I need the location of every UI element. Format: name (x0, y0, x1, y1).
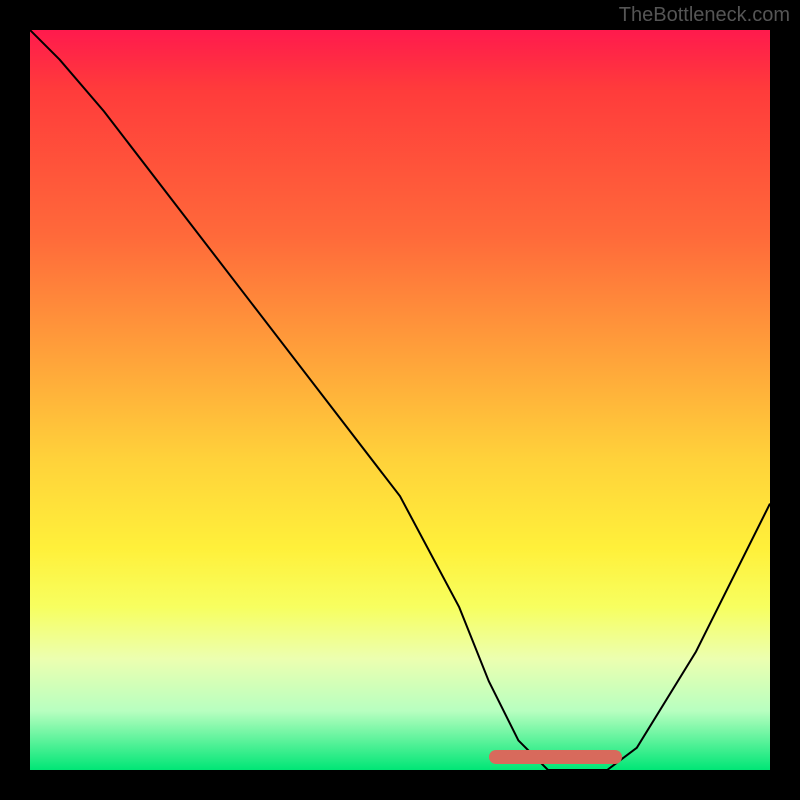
optimal-range-marker (489, 750, 622, 764)
watermark-text: TheBottleneck.com (619, 4, 790, 27)
bottleneck-curve (30, 30, 770, 770)
chart-frame (30, 30, 770, 770)
